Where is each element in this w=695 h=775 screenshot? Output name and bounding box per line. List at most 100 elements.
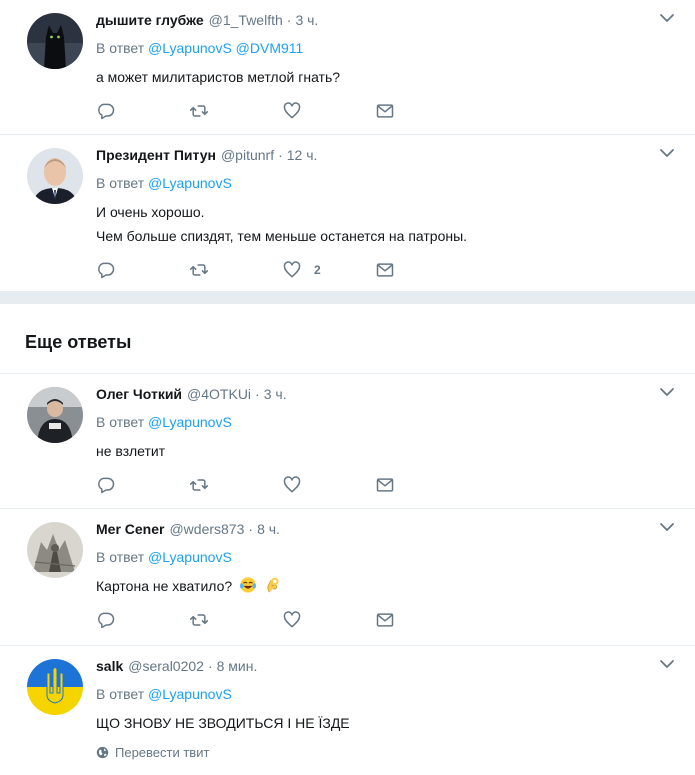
person-photo-avatar-icon [27,387,83,443]
tweet-header: Президент Питун @pitunrf · 12 ч. [96,145,675,165]
mention-link[interactable]: @DVM911 [236,40,304,56]
fullname[interactable]: Президент Питун [96,145,216,165]
direct-message-button[interactable] [375,260,468,280]
retweet-button[interactable] [189,101,282,121]
avatar[interactable] [27,387,83,443]
tweet-actions [96,91,675,131]
tweet-text-line: Картона не хватило? [96,574,675,598]
timestamp[interactable]: 8 мин. [217,656,258,676]
like-button[interactable] [282,610,375,630]
reply-context: В ответ @LyapunovS [96,547,675,567]
separator-dot: · [207,658,213,674]
timestamp[interactable]: 8 ч. [257,519,280,539]
retweet-button[interactable] [189,260,282,280]
tweet[interactable]: Президент Питун @pitunrf · 12 ч. В ответ… [0,135,695,292]
like-button[interactable] [282,475,375,495]
like-button[interactable] [282,101,375,121]
username[interactable]: @wders873 [169,519,244,539]
section-divider [0,292,695,304]
tweet[interactable]: Олег Чоткий @4OTKUi · 3 ч. В ответ @Lyap… [0,374,695,509]
mention-link[interactable]: @LyapunovS [148,40,232,56]
tweet[interactable]: salk @seral0202 · 8 мин. В ответ @Lyapun… [0,646,695,775]
reply-button[interactable] [96,610,189,630]
translate-tweet-link[interactable]: Перевести твит [96,745,675,760]
retweet-button[interactable] [189,610,282,630]
like-count: 2 [314,263,321,277]
chevron-down-icon[interactable] [659,10,677,28]
reply-icon [98,103,115,120]
reply-button[interactable] [96,475,189,495]
mention-link[interactable]: @LyapunovS [148,686,232,702]
heart-icon [283,611,301,628]
reply-icon [98,477,115,494]
reply-prefix: В ответ [96,175,145,191]
reply-button[interactable] [96,260,189,280]
tweet-header: salk @seral0202 · 8 мин. [96,656,675,676]
tweet[interactable]: Mer Cener @wders873 · 8 ч. В ответ @Lyap… [0,509,695,646]
tweet-actions [96,465,675,505]
mention-link[interactable]: @LyapunovS [148,549,232,565]
translate-label: Перевести твит [115,745,210,760]
tweet-text-line: а может милитаристов метлой гнать? [96,69,341,85]
reply-icon [98,612,115,629]
username[interactable]: @1_Twelfth [209,10,283,30]
timestamp[interactable]: 12 ч. [287,145,318,165]
avatar[interactable] [27,659,83,715]
avatar[interactable] [27,148,83,204]
tweet-text-line: Чем больше спиздят, тем меньше останется… [96,228,468,244]
separator-dot: · [278,147,283,163]
fullname[interactable]: дышите глубже [96,10,204,30]
reply-context: В ответ @LyapunovS @DVM911 [96,38,675,58]
direct-message-button[interactable] [375,475,468,495]
envelope-icon [376,613,394,627]
direct-message-button[interactable] [375,610,468,630]
tweet-text: Картона не хватило? [96,574,675,598]
username[interactable]: @pitunrf [221,145,274,165]
globe-icon [96,746,109,759]
timestamp[interactable]: 3 ч. [264,384,287,404]
tweet-text: а может милитаристов метлой гнать? [96,65,675,89]
black-cat-avatar-icon [27,13,83,69]
username[interactable]: @seral0202 [128,656,204,676]
tweet-actions [96,600,675,640]
tweet-text: ЩО ЗНОВУ НЕ ЗВОДИТЬСЯ І НЕ ЇЗДЕ [96,711,675,735]
fullname[interactable]: salk [96,656,123,676]
envelope-icon [376,263,394,277]
tweet-text-line: И очень хорошо. [96,204,205,220]
envelope-icon [376,104,394,118]
reply-prefix: В ответ [96,414,145,430]
retweet-button[interactable] [189,475,282,495]
username[interactable]: @4OTKUi [187,384,251,404]
heart-icon [283,261,301,278]
mention-link[interactable]: @LyapunovS [148,414,232,430]
retweet-icon [189,479,209,491]
heart-icon [283,102,301,119]
separator-dot: · [286,12,292,28]
chevron-down-icon[interactable] [659,384,677,402]
retweet-icon [189,264,209,276]
reply-prefix: В ответ [96,686,145,702]
tweet[interactable]: дышите глубже @1_Twelfth · 3 ч. В ответ … [0,0,695,135]
chevron-down-icon[interactable] [659,145,677,163]
reply-context: В ответ @LyapunovS [96,684,675,704]
mention-link[interactable]: @LyapunovS [148,175,232,191]
chevron-down-icon[interactable] [659,656,677,674]
avatar[interactable] [27,522,83,578]
more-replies-header: Еще ответы [0,304,695,374]
like-button[interactable]: 2 [282,260,375,280]
reply-button[interactable] [96,101,189,121]
chevron-down-icon[interactable] [659,519,677,537]
reply-context: В ответ @LyapunovS [96,173,675,193]
reply-icon [98,262,115,279]
avatar[interactable] [27,13,83,69]
fullname[interactable]: Mer Cener [96,519,164,539]
more-replies-title: Еще ответы [25,332,132,352]
tweet-header: Mer Cener @wders873 · 8 ч. [96,519,675,539]
timestamp[interactable]: 3 ч. [295,10,318,30]
portrait-avatar-icon [27,148,83,204]
direct-message-button[interactable] [375,101,468,121]
reply-prefix: В ответ [96,549,145,565]
separator-dot: · [255,386,260,402]
fullname[interactable]: Олег Чоткий [96,384,182,404]
retweet-icon [189,105,209,117]
